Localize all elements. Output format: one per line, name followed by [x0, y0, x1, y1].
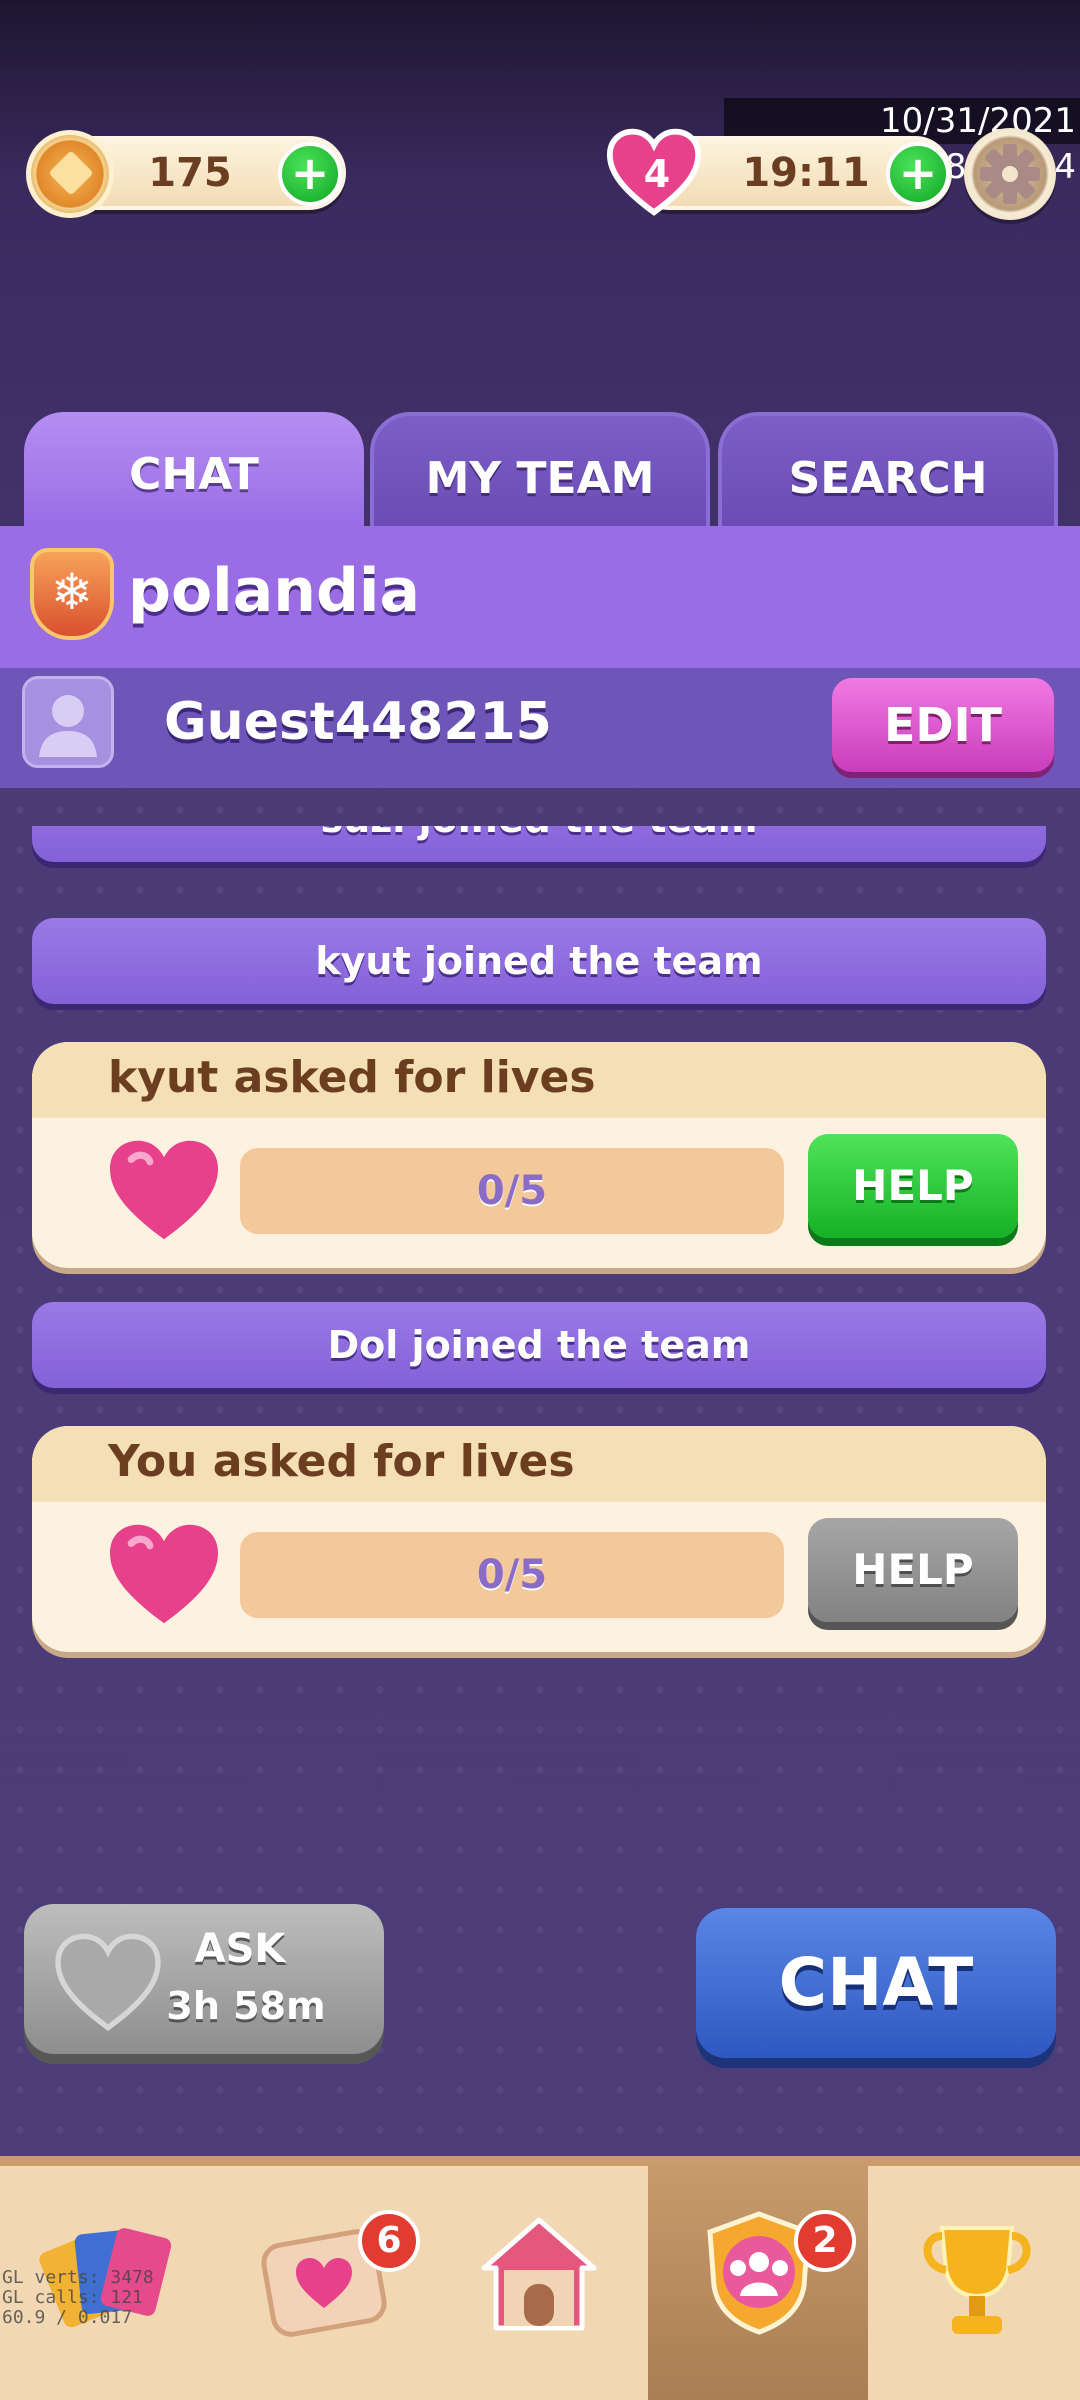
chat-button[interactable]: CHAT	[696, 1908, 1056, 2058]
ask-timer: 3h 58m	[166, 1984, 326, 2028]
mail-badge: 6	[358, 2210, 420, 2272]
help-button-disabled: HELP	[808, 1518, 1018, 1622]
ask-label: ASK	[194, 1926, 286, 1972]
gear-icon	[980, 144, 1040, 204]
edit-button[interactable]: EDIT	[832, 678, 1054, 772]
trophy-icon[interactable]	[912, 2214, 1042, 2344]
team-name: polandia	[128, 556, 420, 626]
heart-icon	[110, 1524, 218, 1624]
team-badge: 2	[794, 2210, 856, 2272]
debug-overlay: GL verts: 3478 GL calls: 121 60.9 / 0.01…	[2, 2268, 154, 2328]
system-message: suzi joined the team	[32, 826, 1046, 862]
add-coins-button[interactable]: +	[278, 142, 342, 206]
request-progress: 0/5	[240, 1148, 784, 1234]
person-icon	[39, 695, 97, 757]
life-request-card: You asked for lives 0/5 HELP	[32, 1426, 1046, 1652]
tab-search[interactable]: SEARCH	[718, 412, 1058, 526]
lives-count: 4	[643, 152, 671, 196]
debug-line: GL calls: 121	[2, 2287, 143, 2308]
request-progress: 0/5	[240, 1532, 784, 1618]
team-badge-icon: ❄	[30, 548, 114, 640]
grey-heart-icon	[55, 1933, 161, 2032]
home-icon[interactable]	[474, 2210, 604, 2340]
avatar	[22, 676, 114, 768]
tab-chat[interactable]: CHAT	[24, 412, 364, 526]
request-title: kyut asked for lives	[108, 1052, 596, 1103]
lives-timer: 19:11	[742, 150, 870, 196]
add-lives-button[interactable]: +	[886, 142, 950, 206]
coins-count: 175	[148, 150, 232, 196]
debug-line: 60.9 / 0.017	[2, 2307, 133, 2328]
help-button[interactable]: HELP	[808, 1134, 1018, 1238]
coin-icon	[26, 130, 114, 218]
debug-line: GL verts: 3478	[2, 2267, 154, 2288]
settings-button[interactable]	[964, 128, 1056, 220]
username: Guest448215	[164, 692, 552, 752]
request-title: You asked for lives	[108, 1436, 575, 1487]
heart-icon	[110, 1140, 218, 1240]
system-message: kyut joined the team	[32, 918, 1046, 1004]
system-message: Dol joined the team	[32, 1302, 1046, 1388]
tab-my-team[interactable]: MY TEAM	[370, 412, 710, 526]
life-request-card: kyut asked for lives 0/5 HELP	[32, 1042, 1046, 1268]
